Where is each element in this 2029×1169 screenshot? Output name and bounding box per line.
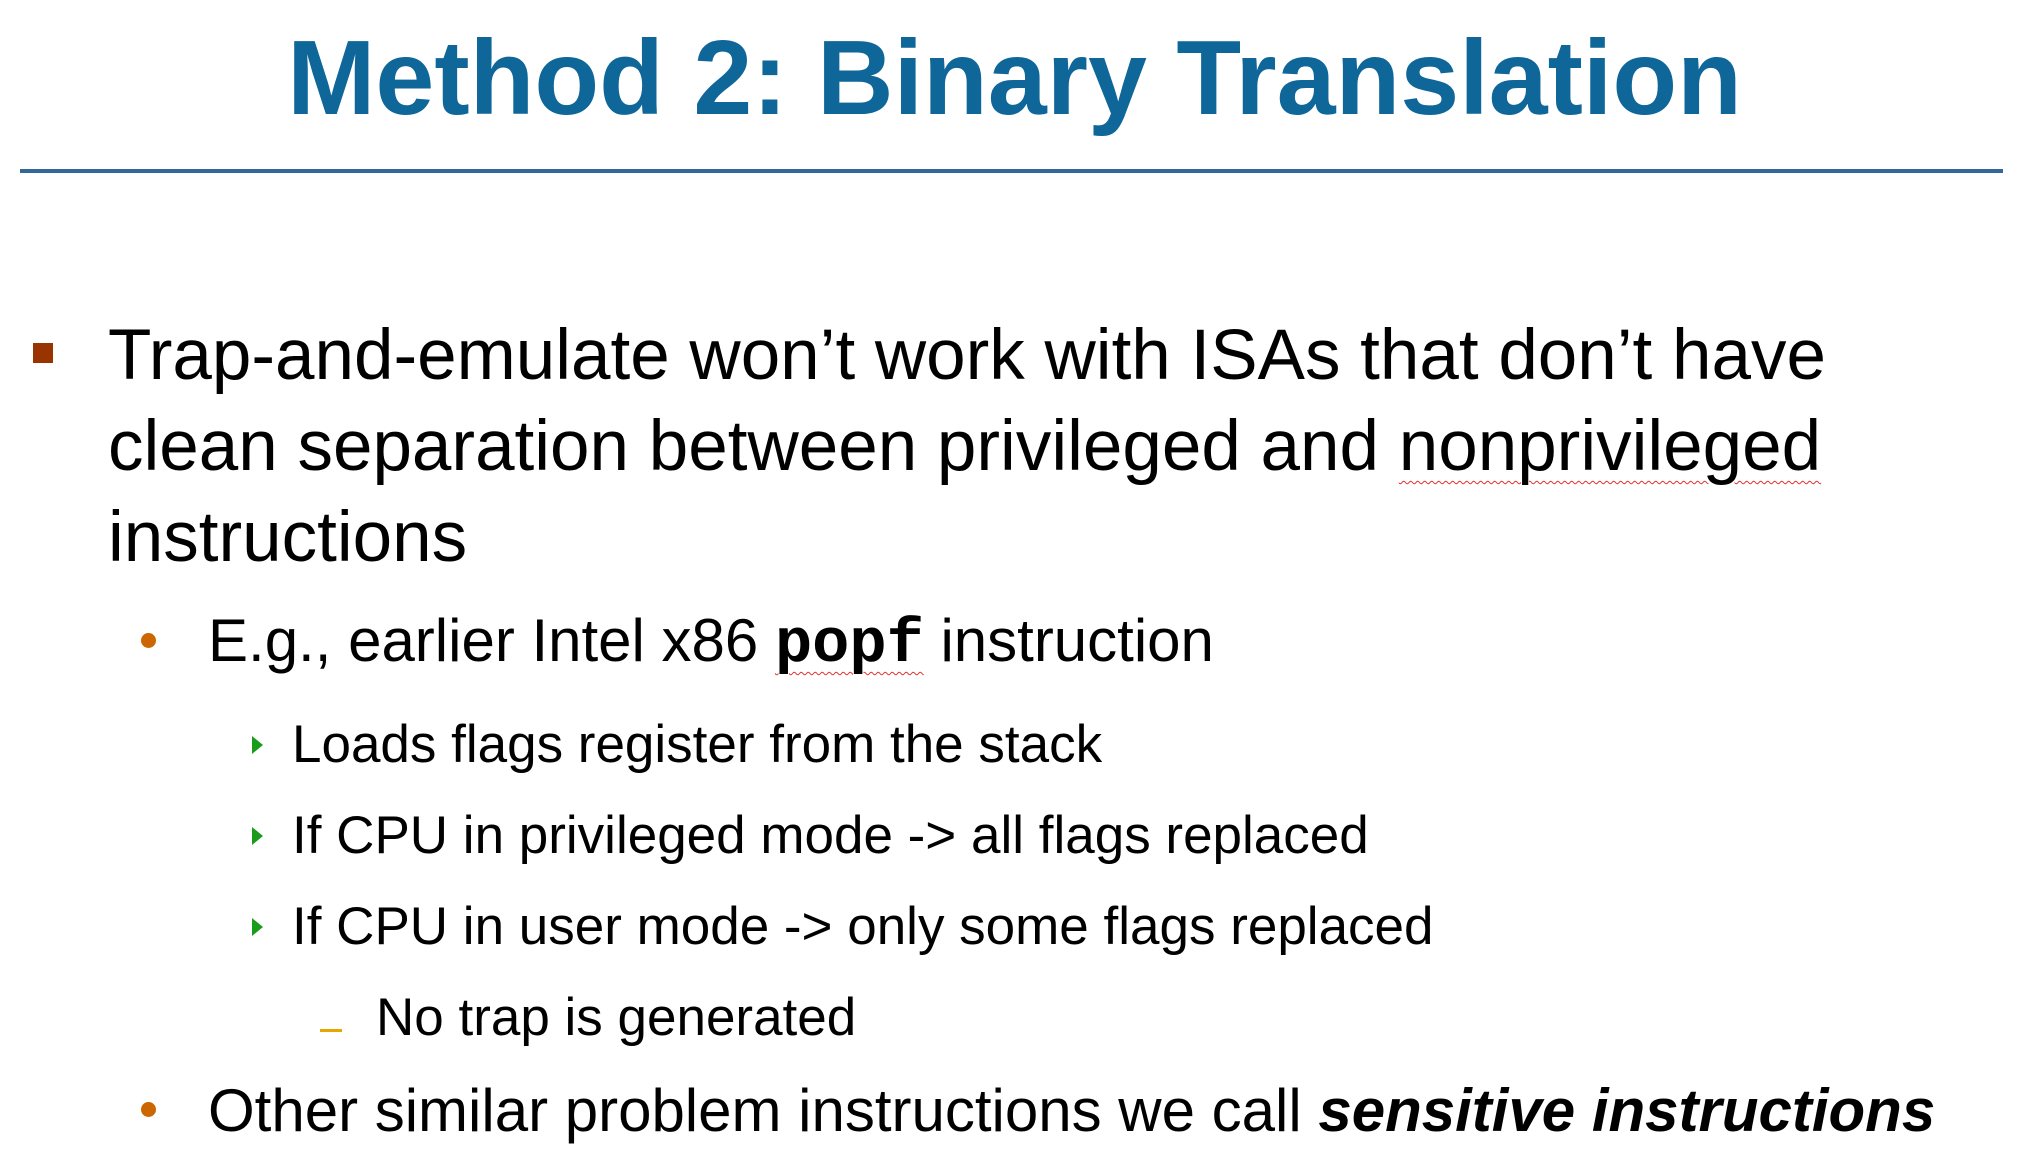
main-bullet-line-2: clean separation between privileged and …: [108, 401, 1821, 492]
triangle-bullet-icon: [252, 918, 263, 936]
triangle-bullet-icon: [252, 827, 263, 845]
other-bullet: Other similar problem instructions we ca…: [208, 1076, 1935, 1146]
title-divider: [20, 169, 2003, 173]
square-bullet-icon: [33, 343, 53, 363]
detail-bullet-text: Loads flags register from the stack: [292, 715, 1103, 774]
main-bullet-line-3: instructions: [108, 492, 467, 583]
slide-title: Method 2: Binary Translation: [287, 19, 1742, 137]
example-bullet-text: E.g., earlier Intel x86: [208, 607, 775, 674]
main-bullet-text-2: clean separation between privileged and: [108, 407, 1399, 486]
example-bullet: E.g., earlier Intel x86 popf instruction: [208, 606, 1214, 680]
detail-bullet-1: Loads flags register from the stack: [292, 713, 1102, 777]
main-bullet-line-1: Trap-and-emulate won’t work with ISAs th…: [108, 310, 1826, 401]
main-bullet-text: Trap-and-emulate won’t work with ISAs th…: [108, 316, 1826, 395]
round-bullet-icon: [141, 633, 156, 648]
sub-detail-bullet: No trap is generated: [376, 986, 856, 1050]
sensitive-instructions-term: sensitive instructions: [1318, 1077, 1936, 1144]
example-bullet-suffix: instruction: [923, 607, 1214, 674]
detail-bullet-2: If CPU in privileged mode -> all flags r…: [292, 804, 1369, 868]
popf-code: popf: [774, 609, 924, 680]
spellcheck-flagged-word: nonprivileged: [1398, 407, 1822, 486]
detail-bullet-text: If CPU in user mode -> only some flags r…: [292, 897, 1434, 956]
detail-bullet-text: If CPU in privileged mode -> all flags r…: [292, 806, 1369, 865]
triangle-bullet-icon: [252, 736, 263, 754]
round-bullet-icon: [141, 1102, 156, 1117]
sub-detail-text: No trap is generated: [376, 988, 857, 1047]
main-bullet-text-3: instructions: [108, 498, 468, 577]
dash-bullet-icon: [320, 1029, 342, 1032]
detail-bullet-3: If CPU in user mode -> only some flags r…: [292, 895, 1434, 959]
other-bullet-text: Other similar problem instructions we ca…: [208, 1077, 1319, 1144]
